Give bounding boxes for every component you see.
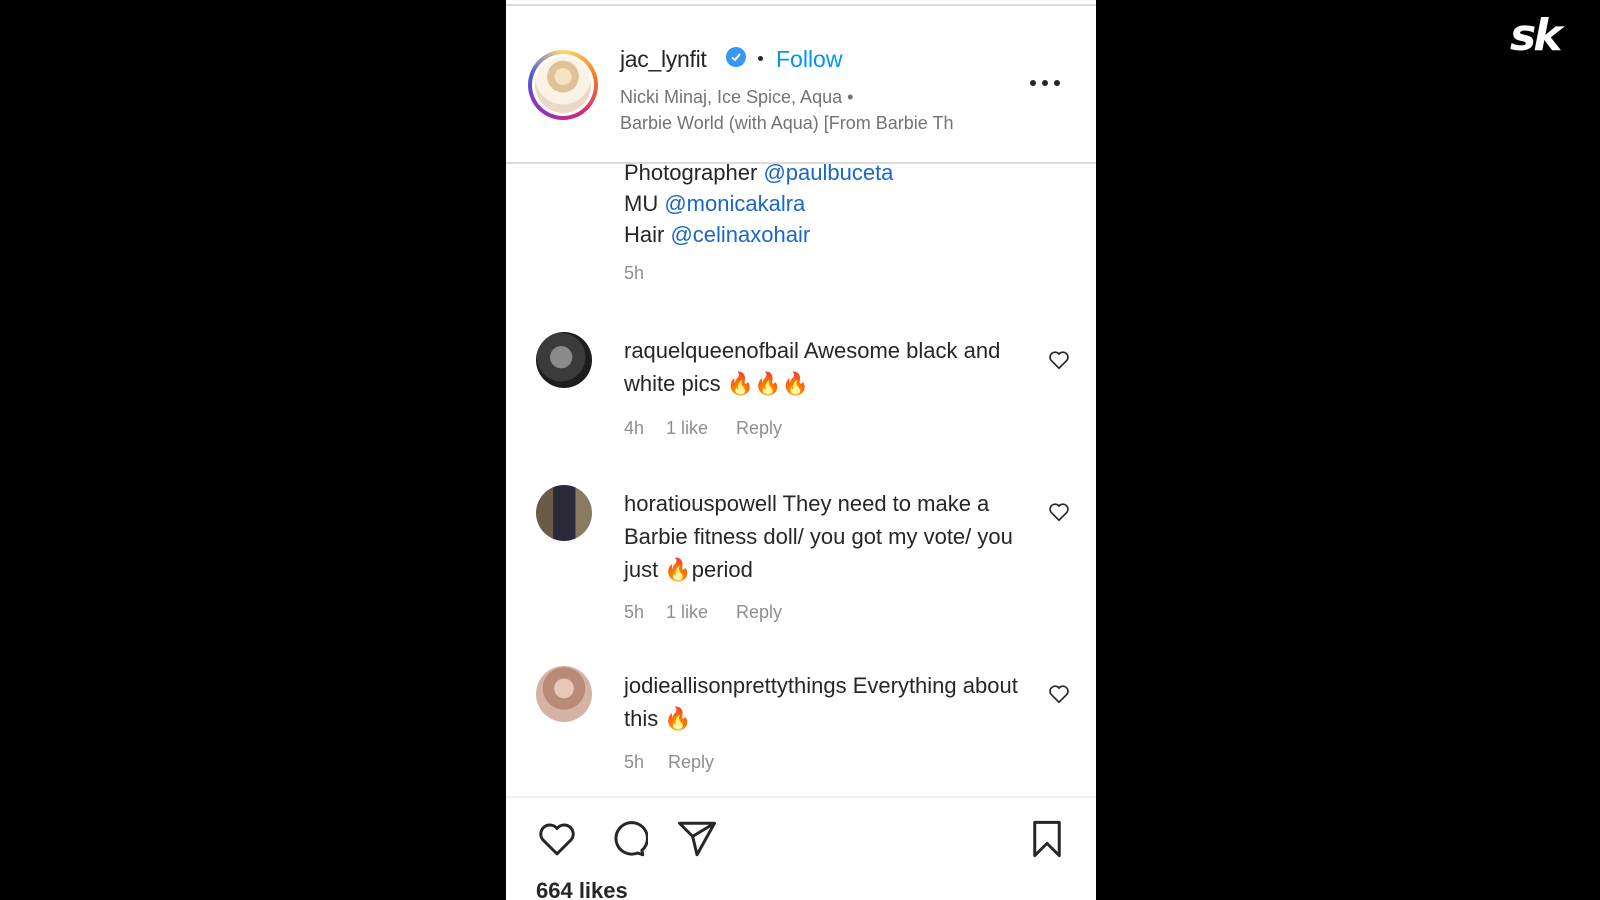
bookmark-icon[interactable] (1026, 818, 1068, 860)
actions-divider (506, 796, 1096, 798)
heart-outline-icon[interactable] (1048, 683, 1070, 705)
caption-line: Hair @celinaxohair (624, 222, 811, 247)
comment-bubble-icon[interactable] (606, 818, 648, 860)
reply-button[interactable]: Reply (736, 418, 782, 439)
more-options-icon[interactable] (1030, 80, 1060, 88)
comment-time: 5h (624, 752, 645, 772)
mention-link[interactable]: @paulbuceta (763, 160, 893, 185)
comment-username[interactable]: horatiouspowell (624, 491, 777, 516)
comment-username[interactable]: jodieallisonprettythings (624, 673, 847, 698)
paper-plane-icon[interactable] (676, 818, 718, 860)
comment-username[interactable]: raquelqueenofbail (624, 338, 799, 363)
comment-time: 4h (624, 418, 645, 438)
verified-badge-icon (726, 47, 746, 67)
mention-link[interactable]: @monicakalra (664, 191, 805, 216)
avatar-image (535, 57, 591, 113)
like-heart-icon[interactable] (536, 818, 578, 860)
follow-button[interactable]: Follow (776, 46, 842, 73)
comment-text: horatiouspowell They need to make a Barb… (624, 487, 1024, 586)
post-header: jac_lynfit Follow Nicki Minaj, Ice Spice… (506, 6, 1096, 164)
heart-outline-icon[interactable] (1048, 349, 1070, 371)
profile-avatar[interactable] (528, 50, 598, 120)
caption-time: 5h (624, 263, 645, 283)
likes-count[interactable]: 664 likes (536, 878, 628, 900)
commenter-avatar[interactable] (536, 485, 592, 541)
commenter-avatar[interactable] (536, 332, 592, 388)
separator-dot (758, 56, 763, 61)
caption-line: Photographer @paulbuceta (624, 160, 894, 185)
caption-line: MU @monicakalra (624, 191, 806, 216)
heart-outline-icon[interactable] (1048, 501, 1070, 523)
comment-text: jodieallisonprettythings Everything abou… (624, 669, 1024, 735)
comment-text: raquelqueenofbail Awesome black and whit… (624, 334, 1024, 400)
sportskeeda-logo: sk (1510, 10, 1562, 61)
comment-likes[interactable]: 1 like (666, 418, 708, 439)
comment-time: 5h (624, 602, 645, 622)
reply-button[interactable]: Reply (668, 752, 714, 773)
post-username[interactable]: jac_lynfit (620, 46, 707, 73)
audio-artists[interactable]: Nicki Minaj, Ice Spice, Aqua • (620, 87, 853, 108)
instagram-post-panel: jac_lynfit Follow Nicki Minaj, Ice Spice… (506, 0, 1096, 900)
audio-title[interactable]: Barbie World (with Aqua) [From Barbie Th (620, 113, 1015, 134)
mention-link[interactable]: @celinaxohair (670, 222, 810, 247)
commenter-avatar[interactable] (536, 666, 592, 722)
comment-likes[interactable]: 1 like (666, 602, 708, 623)
reply-button[interactable]: Reply (736, 602, 782, 623)
